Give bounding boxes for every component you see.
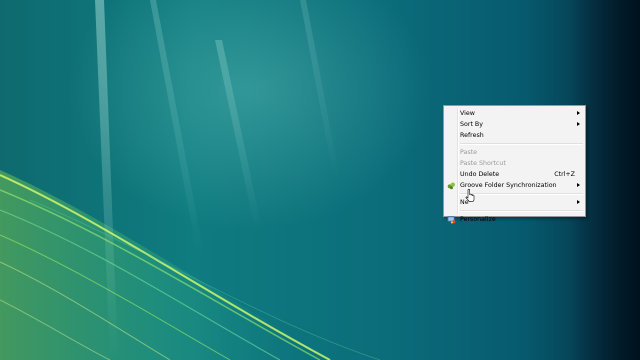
menu-item-label: Paste Shortcut bbox=[460, 160, 506, 167]
menu-item-view[interactable]: View bbox=[444, 108, 585, 119]
menu-item-label: Sort By bbox=[460, 121, 483, 128]
menu-item-undo-delete[interactable]: Undo Delete Ctrl+Z bbox=[444, 169, 585, 180]
menu-item-paste: Paste bbox=[444, 147, 585, 158]
menu-item-label: Ne bbox=[460, 199, 469, 206]
menu-item-label: Paste bbox=[460, 149, 477, 156]
mouse-pointer-icon bbox=[465, 189, 475, 202]
menu-item-label: Refresh bbox=[460, 132, 484, 139]
submenu-arrow-icon bbox=[577, 183, 580, 187]
menu-item-label: View bbox=[460, 110, 475, 117]
personalize-icon bbox=[447, 216, 456, 224]
menu-separator bbox=[460, 143, 583, 145]
menu-separator bbox=[460, 193, 583, 195]
menu-item-sort-by[interactable]: Sort By bbox=[444, 119, 585, 130]
menu-item-label: Groove Folder Synchronization bbox=[460, 182, 557, 189]
menu-separator bbox=[460, 210, 583, 212]
menu-item-refresh[interactable]: Refresh bbox=[444, 130, 585, 141]
menu-item-label: Personalize bbox=[460, 216, 496, 223]
desktop[interactable]: View Sort By Refresh Paste Paste Shortcu… bbox=[0, 0, 640, 360]
groove-icon bbox=[447, 182, 456, 190]
submenu-arrow-icon bbox=[577, 122, 580, 126]
menu-item-shortcut: Ctrl+Z bbox=[554, 171, 575, 178]
menu-item-personalize[interactable]: Personalize bbox=[444, 214, 585, 225]
submenu-arrow-icon bbox=[577, 111, 580, 115]
menu-item-paste-shortcut: Paste Shortcut bbox=[444, 158, 585, 169]
submenu-arrow-icon bbox=[577, 200, 580, 204]
